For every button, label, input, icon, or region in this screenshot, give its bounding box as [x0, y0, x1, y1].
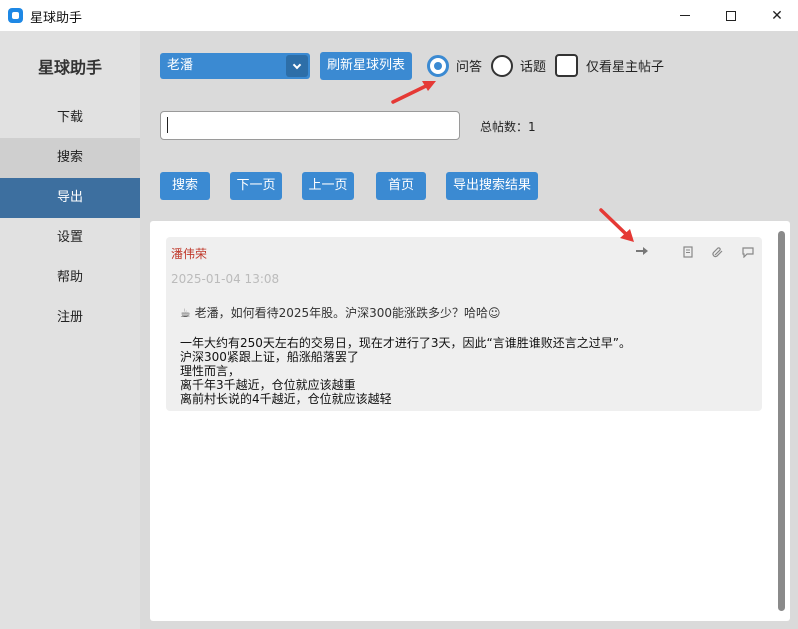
minimize-icon	[680, 15, 690, 16]
maximize-icon	[726, 10, 736, 21]
document-icon[interactable]	[683, 246, 693, 258]
post-body: 一年大约有250天左右的交易日，现在才进行了3天，因此“言谁胜谁败还言之过早”。…	[180, 336, 631, 406]
sidebar-title: 星球助手	[37, 58, 102, 77]
post-body-line: 离前村长说的4千越近，仓位就应该越轻	[180, 392, 392, 406]
sidebar-item-settings[interactable]: 设置	[0, 218, 140, 258]
comment-icon[interactable]	[742, 247, 754, 258]
sidebar-item-help[interactable]: 帮助	[0, 258, 140, 298]
minimize-button[interactable]	[662, 0, 708, 31]
radio-topic-label: 话题	[520, 60, 547, 75]
post-body-line: 一年大约有250天左右的交易日，现在才进行了3天，因此“言谁胜谁败还言之过早”。	[180, 336, 631, 350]
planet-select[interactable]: 老潘	[160, 53, 310, 79]
chevron-down-icon[interactable]	[286, 55, 308, 77]
refresh-planets-button[interactable]: 刷新星球列表	[320, 52, 412, 80]
main-panel: 老潘 刷新星球列表 问答 话题 仅看星主帖子 总帖数：1 搜索 下一页 上一页 …	[140, 31, 798, 629]
sidebar-item-register[interactable]: 注册	[0, 298, 140, 338]
annotation-arrow-icon	[391, 81, 436, 104]
post-body-line: 离千年3千越近，仓位就应该越重	[180, 378, 356, 392]
owner-only-checkbox[interactable]	[555, 54, 578, 77]
search-input[interactable]	[160, 111, 460, 140]
next-page-button[interactable]: 下一页	[230, 172, 282, 200]
post-body-line: 沪深300紧跟上证，船涨船落罢了	[180, 350, 359, 364]
window-title: 星球助手	[30, 11, 83, 26]
text-caret	[167, 117, 168, 133]
vertical-scrollbar[interactable]	[778, 231, 785, 611]
sidebar-item-download[interactable]: 下载	[0, 98, 140, 138]
results-panel: 潘伟荣 2025-01-04 13:08 ☕ 老潘，如何看待2025年股。沪深3…	[150, 221, 790, 621]
post-author[interactable]: 潘伟荣	[171, 245, 207, 262]
export-results-button[interactable]: 导出搜索结果	[446, 172, 538, 200]
sidebar-item-search[interactable]: 搜索	[0, 138, 140, 178]
sidebar-item-export[interactable]: 导出	[0, 178, 140, 218]
planet-select-value: 老潘	[167, 58, 194, 73]
post-time: 2025-01-04 13:08	[171, 272, 280, 286]
prev-page-button[interactable]: 上一页	[302, 172, 354, 200]
total-posts-count: 总帖数：1	[480, 120, 536, 134]
annotation-arrow-icon	[599, 208, 634, 242]
sidebar: 星球助手 下载 搜索 导出 设置 帮助 注册	[0, 31, 140, 629]
forward-icon[interactable]	[636, 246, 648, 256]
radio-qa[interactable]	[427, 55, 449, 77]
post-card[interactable]: 潘伟荣 2025-01-04 13:08 ☕ 老潘，如何看待2025年股。沪深3…	[166, 237, 762, 411]
close-button[interactable]: ✕	[754, 0, 798, 31]
close-icon: ✕	[771, 7, 783, 24]
maximize-button[interactable]	[708, 0, 754, 31]
attachment-icon[interactable]	[712, 246, 724, 258]
post-body-line: 理性而言，	[180, 364, 241, 378]
owner-only-label: 仅看星主帖子	[586, 60, 665, 75]
post-question: ☕ 老潘，如何看待2025年股。沪深300能涨跌多少？哈哈☺	[180, 306, 501, 320]
first-page-button[interactable]: 首页	[376, 172, 426, 200]
title-bar: 星球助手 ✕	[0, 0, 798, 31]
radio-qa-label: 问答	[456, 60, 483, 75]
app-logo-icon	[8, 8, 23, 23]
radio-topic[interactable]	[491, 55, 513, 77]
search-button[interactable]: 搜索	[160, 172, 210, 200]
